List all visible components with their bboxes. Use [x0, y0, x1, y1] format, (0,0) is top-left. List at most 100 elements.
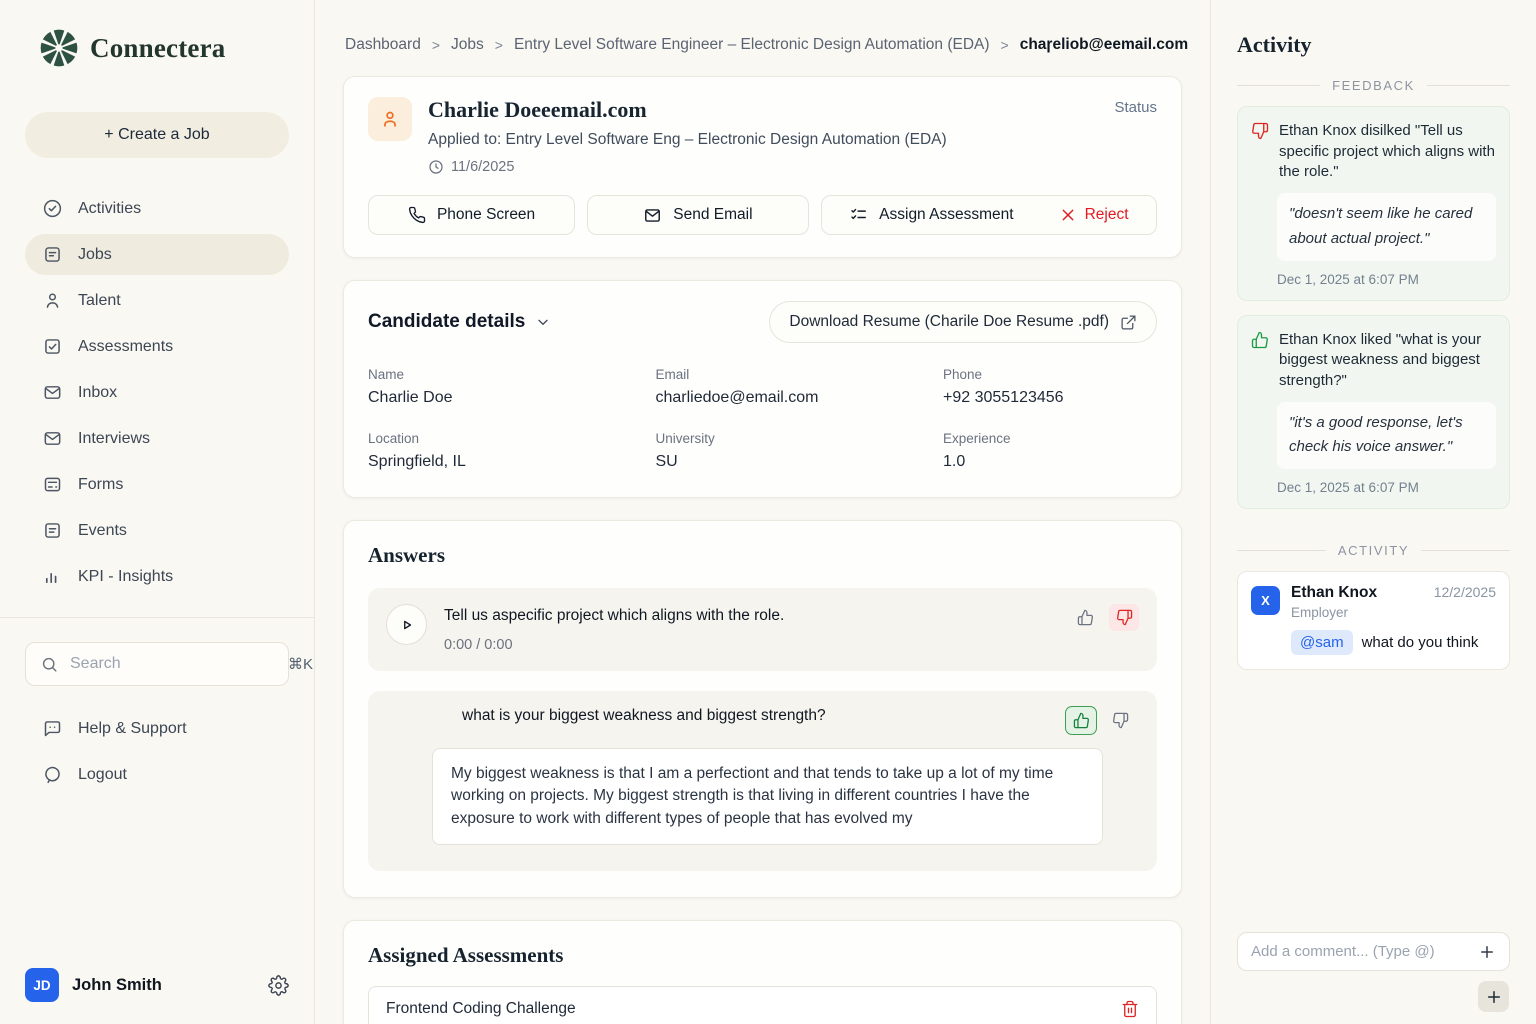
connectera-flower-icon: [37, 26, 81, 70]
user-name: John Smith: [72, 976, 162, 995]
breadcrumb: Dashboard > Jobs > Entry Level Software …: [343, 0, 1182, 76]
comment-input[interactable]: [1251, 943, 1478, 960]
send-email-button[interactable]: Send Email: [587, 195, 809, 235]
mail-icon: [42, 382, 63, 403]
sidebar: Connectera + Create a Job Activities Job…: [0, 0, 315, 1024]
sidebar-item-label: Forms: [78, 476, 123, 494]
gear-icon[interactable]: [268, 975, 289, 996]
answers-title: Answers: [368, 543, 1157, 568]
sidebar-item-label: Inbox: [78, 384, 117, 402]
breadcrumb-jobs[interactable]: Jobs: [451, 36, 484, 54]
field-experience: Experience 1.0: [943, 431, 1157, 471]
check-circle-icon: [42, 198, 63, 219]
activity-date: 12/2/2025: [1434, 584, 1496, 600]
activity-user-role: Employer: [1291, 605, 1377, 620]
feedback-quote: "it's a good response, let's check his v…: [1277, 402, 1496, 470]
play-button[interactable]: [386, 604, 427, 645]
thumbs-up-icon[interactable]: [1070, 604, 1100, 631]
sidebar-nav: Activities Jobs Talent Assessments Inbox: [25, 188, 289, 597]
user-profile[interactable]: JD John Smith: [25, 968, 289, 1002]
thumbs-up-icon[interactable]: [1066, 707, 1096, 734]
answer-item-text: what is your biggest weakness and bigges…: [368, 691, 1157, 871]
field-location: Location Springfield, IL: [368, 431, 636, 471]
sidebar-item-label: Jobs: [78, 246, 112, 264]
breadcrumb-job-title[interactable]: Entry Level Software Engineer – Electron…: [514, 36, 990, 54]
avatar: JD: [25, 968, 59, 1002]
sidebar-item-help-support[interactable]: Help & Support: [25, 708, 289, 749]
avatar: X: [1251, 586, 1280, 615]
mail-open-icon: [42, 428, 63, 449]
breadcrumb-separator: >: [495, 37, 503, 53]
activity-panel: Activity FEEDBACK Ethan Knox disilked "T…: [1210, 0, 1536, 1024]
sidebar-item-talent[interactable]: Talent: [25, 280, 289, 321]
sidebar-item-activities[interactable]: Activities: [25, 188, 289, 229]
field-university: University SU: [656, 431, 924, 471]
floating-plus-button[interactable]: [1478, 981, 1509, 1012]
document-icon: [42, 244, 63, 265]
trash-icon[interactable]: [1121, 1000, 1139, 1018]
question-text: Tell us aspecific project which aligns w…: [444, 607, 784, 625]
phone-screen-button[interactable]: Phone Screen: [368, 195, 575, 235]
sidebar-item-events[interactable]: Events: [25, 510, 289, 551]
envelope-icon: [643, 206, 662, 225]
answers-card: Answers Tell us aspecific project which …: [343, 520, 1182, 898]
assessment-row: Frontend Coding Challenge: [368, 986, 1157, 1024]
candidate-avatar-icon: [368, 97, 412, 141]
feedback-quote: "doesn't seem like he cared about actual…: [1277, 193, 1496, 261]
assessment-name: Frontend Coding Challenge: [386, 1000, 576, 1018]
comment-box[interactable]: [1237, 932, 1510, 971]
field-phone: Phone +92 3055123456: [943, 367, 1157, 407]
search-box[interactable]: ⌘K: [25, 642, 289, 686]
person-icon: [42, 290, 63, 311]
feedback-text: Ethan Knox liked "what is your biggest w…: [1279, 330, 1496, 392]
sidebar-item-forms[interactable]: Forms: [25, 464, 289, 505]
sidebar-item-assessments[interactable]: Assessments: [25, 326, 289, 367]
external-link-icon: [1120, 314, 1137, 331]
breadcrumb-dashboard[interactable]: Dashboard: [345, 36, 421, 54]
field-name: Name Charlie Doe: [368, 367, 636, 407]
x-icon: [1060, 207, 1076, 223]
download-resume-button[interactable]: Download Resume (Charile Doe Resume .pdf…: [769, 301, 1157, 343]
app-title: Connectera: [90, 33, 225, 64]
thumbs-down-icon[interactable]: [1109, 604, 1139, 631]
sidebar-item-kpi-insights[interactable]: KPI - Insights: [25, 556, 289, 597]
sidebar-item-label: Assessments: [78, 338, 173, 356]
feedback-section-label: FEEDBACK: [1237, 78, 1510, 93]
field-email: Email charliedoe@email.com: [656, 367, 924, 407]
candidate-name: Charlie Doeeemail.com: [428, 97, 947, 123]
add-comment-plus-icon[interactable]: [1478, 943, 1496, 961]
sidebar-secondary-nav: Help & Support Logout: [25, 708, 289, 795]
question-text: what is your biggest weakness and bigges…: [462, 707, 826, 725]
breadcrumb-separator: >: [432, 37, 440, 53]
candidate-details-toggle[interactable]: Candidate details: [368, 311, 551, 333]
assign-assessment-button[interactable]: Assign Assessment Reject: [821, 195, 1157, 235]
search-icon: [40, 655, 59, 674]
reject-button[interactable]: Reject: [1060, 206, 1129, 224]
sidebar-item-jobs[interactable]: Jobs: [25, 234, 289, 275]
sidebar-item-label: Interviews: [78, 430, 150, 448]
thumbs-down-icon[interactable]: [1105, 707, 1135, 734]
sidebar-item-label: Logout: [78, 766, 127, 784]
app-logo: Connectera: [37, 26, 289, 70]
main-content: Dashboard > Jobs > Entry Level Software …: [315, 0, 1210, 1024]
create-job-button[interactable]: + Create a Job: [25, 112, 289, 158]
sidebar-item-label: Activities: [78, 200, 141, 218]
audio-time: 0:00 / 0:00: [444, 637, 784, 653]
assigned-assessments-card: Assigned Assessments Frontend Coding Cha…: [343, 920, 1182, 1024]
answer-text: My biggest weakness is that I am a perfe…: [432, 748, 1103, 845]
applied-date: 11/6/2025: [451, 159, 514, 175]
speech-bubble-icon: [42, 764, 63, 785]
sidebar-item-interviews[interactable]: Interviews: [25, 418, 289, 459]
chevron-down-icon: [535, 314, 551, 330]
mention-tag[interactable]: @sam: [1291, 630, 1353, 655]
search-input[interactable]: [70, 655, 277, 673]
sidebar-item-label: Talent: [78, 292, 121, 310]
feedback-date: Dec 1, 2025 at 6:07 PM: [1277, 272, 1496, 287]
reject-label: Reject: [1085, 206, 1129, 224]
sidebar-item-logout[interactable]: Logout: [25, 754, 289, 795]
sidebar-item-inbox[interactable]: Inbox: [25, 372, 289, 413]
assigned-assessments-title: Assigned Assessments: [368, 943, 1157, 968]
clock-icon: [428, 159, 444, 175]
sidebar-item-label: Events: [78, 522, 127, 540]
activity-user-name: Ethan Knox: [1291, 584, 1377, 601]
